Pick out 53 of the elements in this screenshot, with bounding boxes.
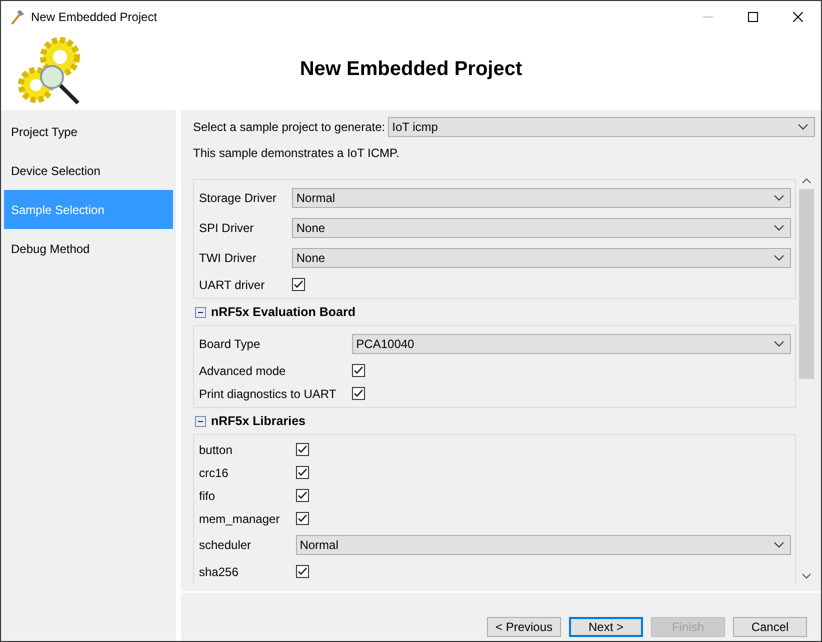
chevron-down-icon xyxy=(774,195,784,201)
page-title: New Embedded Project xyxy=(300,58,522,81)
checkbox[interactable] xyxy=(352,364,366,377)
scroll-down-icon[interactable] xyxy=(802,573,811,579)
scrollbar-thumb[interactable] xyxy=(799,189,814,379)
property-label: Storage Driver xyxy=(199,190,276,207)
maximize-icon[interactable] xyxy=(748,12,758,22)
property-label: button xyxy=(199,442,234,458)
property-label: scheduler xyxy=(199,537,252,554)
wizard-button[interactable]: Next > xyxy=(569,617,643,637)
property-dropdown[interactable]: None xyxy=(292,218,791,238)
sample-dropdown[interactable]: IoT icmp xyxy=(388,117,815,137)
close-icon[interactable] xyxy=(793,12,803,22)
sample-label: Select a sample project to generate: xyxy=(193,120,386,134)
property-dropdown[interactable]: None xyxy=(292,248,791,268)
checkbox[interactable] xyxy=(296,512,309,525)
section-title: nRF5x Evaluation Board xyxy=(211,305,356,319)
chevron-down-icon xyxy=(774,255,784,261)
checkbox[interactable] xyxy=(296,443,309,456)
property-label: SPI Driver xyxy=(199,220,255,237)
checkbox[interactable] xyxy=(292,278,306,291)
property-label: Advanced mode xyxy=(199,362,287,380)
chevron-down-icon xyxy=(798,124,808,130)
chevron-down-icon xyxy=(774,341,784,347)
checkbox[interactable] xyxy=(296,565,309,578)
property-label: crc16 xyxy=(199,464,230,482)
property-dropdown[interactable]: Normal xyxy=(292,188,791,208)
property-label: fifo xyxy=(199,488,216,504)
sidebar-item[interactable]: Device Selection xyxy=(4,151,173,190)
property-label: UART driver xyxy=(199,276,266,294)
sidebar-item[interactable]: Project Type xyxy=(4,112,173,151)
section-title: nRF5x Libraries xyxy=(211,414,306,428)
hammer-icon xyxy=(9,8,25,24)
checkbox[interactable] xyxy=(296,489,309,502)
sample-description: This sample demonstrates a IoT ICMP. xyxy=(193,146,400,160)
collapse-icon[interactable] xyxy=(195,416,206,426)
property-dropdown[interactable]: Normal xyxy=(296,535,791,555)
property-label: mem_manager xyxy=(199,510,280,528)
window-title: New Embedded Project xyxy=(31,10,158,24)
property-label: Board Type xyxy=(199,336,262,353)
scroll-up-icon[interactable] xyxy=(802,178,811,184)
sidebar-item[interactable]: Debug Method xyxy=(4,229,173,268)
wizard-button[interactable]: Cancel xyxy=(733,617,807,637)
property-label: TWI Driver xyxy=(199,250,258,267)
checkbox[interactable] xyxy=(296,466,309,479)
chevron-down-icon xyxy=(774,225,784,231)
property-label: sha256 xyxy=(199,564,240,580)
property-dropdown[interactable]: PCA10040 xyxy=(352,334,791,354)
chevron-down-icon xyxy=(774,542,784,548)
wizard-button[interactable]: < Previous xyxy=(487,617,561,637)
collapse-icon[interactable] xyxy=(195,306,206,318)
checkbox[interactable] xyxy=(352,387,366,400)
property-label: Print diagnostics to UART xyxy=(199,386,336,402)
